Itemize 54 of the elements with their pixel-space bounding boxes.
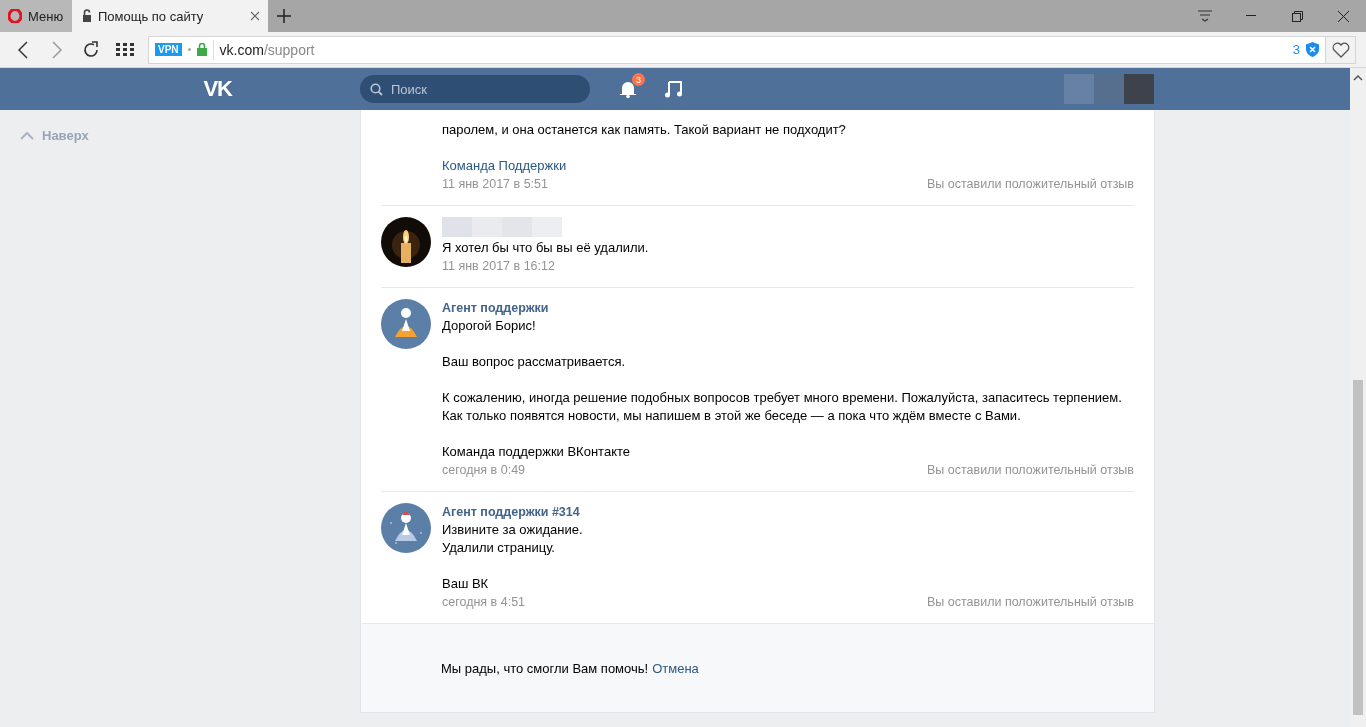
blocked-count: 3 <box>1292 42 1300 57</box>
tab-list-icon <box>1198 10 1212 22</box>
agent-avatar <box>381 503 431 553</box>
message-time: 11 янв 2017 в 5:51 <box>442 176 548 193</box>
signature[interactable]: Команда Поддержки <box>442 157 1134 175</box>
caret-up-icon <box>20 131 34 140</box>
plus-icon <box>277 9 291 23</box>
profile-menu[interactable] <box>1064 74 1154 104</box>
author-name[interactable]: Агент поддержки <box>442 299 1134 317</box>
message-text: К сожалению, иногда решение подобных вопросов требует много времени. Пожалуйста, запаситесь терпением. Как только появятся новости, мы напишем в этой же беседе — а пока что ждём вместе с Вами. <box>442 389 1123 425</box>
feedback-note: Вы оставили положительный отзыв <box>927 594 1134 611</box>
chevron-right-icon <box>52 40 62 59</box>
bell-icon[interactable] <box>618 79 638 99</box>
browser-tab[interactable]: Помощь по сайту <box>72 0 268 32</box>
restore-icon <box>1291 10 1303 22</box>
message-text: паролем, и она останется как память. Такой вариант не подходит? <box>442 121 847 139</box>
search-icon <box>370 82 383 96</box>
author-name[interactable]: Агент поддержки #314 <box>442 503 1134 521</box>
lock-icon <box>82 9 92 23</box>
message-time: сегодня в 0:49 <box>442 462 526 479</box>
message-text: Я хотел бы что бы вы её удалили. <box>442 239 650 257</box>
notification-count: 3 <box>632 73 645 86</box>
message-time: сегодня в 4:51 <box>442 594 526 611</box>
address-field[interactable]: VPN vk.com/support 3 <box>148 35 1326 64</box>
signature: Команда поддержки ВКонтакте <box>442 443 631 461</box>
search-box[interactable]: Поиск <box>360 75 590 103</box>
lock-icon <box>196 43 207 56</box>
url-text: vk.com/support <box>219 41 315 58</box>
vk-logo[interactable]: VK <box>203 76 232 102</box>
bookmark-button[interactable] <box>1326 35 1356 64</box>
feedback-note: Вы оставили положительный отзыв <box>927 462 1134 479</box>
message-text: Ваш вопрос рассматривается. <box>442 353 627 371</box>
message-text: Дорогой Борис! <box>442 317 537 335</box>
message-time: 11 янв 2017 в 16:12 <box>442 258 555 275</box>
grid-icon <box>116 42 134 57</box>
cancel-link[interactable]: Отмена <box>652 660 699 676</box>
reload-icon <box>82 40 100 59</box>
thanks-text: Мы рады, что смогли Вам помочь! <box>441 660 649 676</box>
music-note-icon[interactable] <box>664 80 682 98</box>
scroll-up-icon[interactable] <box>1353 74 1363 82</box>
heart-icon <box>1331 41 1350 58</box>
message-text: Ваш ВК <box>442 575 490 593</box>
message-text: Извините за ожидание. <box>442 521 584 539</box>
minimize-icon <box>1246 15 1256 17</box>
agent-avatar <box>381 299 431 349</box>
chevron-left-icon <box>18 40 28 59</box>
close-icon <box>1337 10 1349 22</box>
shield-icon[interactable] <box>1306 42 1319 57</box>
opera-logo-icon <box>8 9 22 23</box>
close-icon[interactable] <box>250 11 260 21</box>
message-text: Удалили страницу. <box>442 539 556 557</box>
search-field[interactable]: Поиск <box>389 80 569 98</box>
feedback-note: Вы оставили положительный отзыв <box>927 176 1134 193</box>
menu-button[interactable]: Меню <box>0 0 72 32</box>
